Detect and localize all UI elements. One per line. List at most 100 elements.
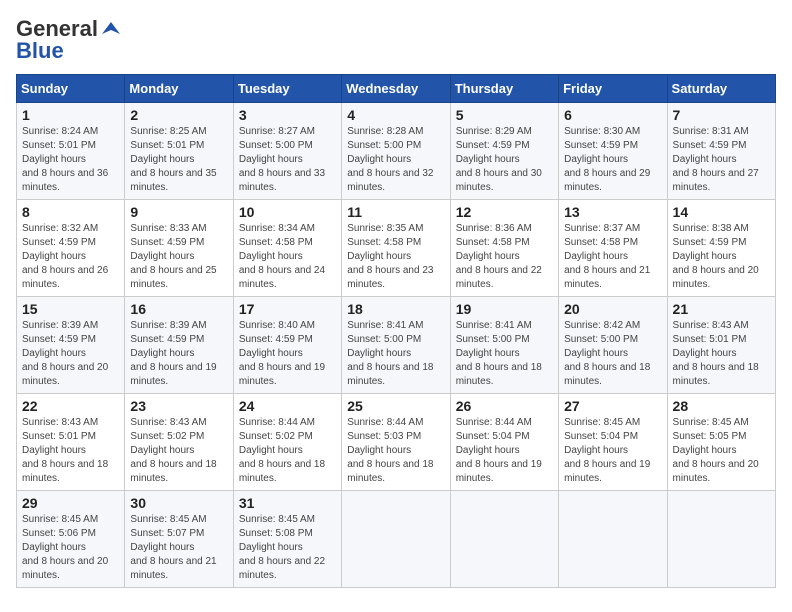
- day-info: Sunrise: 8:25 AM Sunset: 5:01 PM Dayligh…: [130, 125, 227, 195]
- calendar-cell: 31 Sunrise: 8:45 AM Sunset: 5:08 PM Dayl…: [233, 491, 341, 588]
- calendar-cell: 10 Sunrise: 8:34 AM Sunset: 4:58 PM Dayl…: [233, 200, 341, 297]
- day-info: Sunrise: 8:43 AM Sunset: 5:01 PM Dayligh…: [22, 416, 119, 486]
- day-info: Sunrise: 8:34 AM Sunset: 4:58 PM Dayligh…: [239, 222, 336, 292]
- calendar-cell: 3 Sunrise: 8:27 AM Sunset: 5:00 PM Dayli…: [233, 103, 341, 200]
- day-number: 23: [130, 398, 227, 414]
- calendar-cell: 30 Sunrise: 8:45 AM Sunset: 5:07 PM Dayl…: [125, 491, 233, 588]
- calendar-cell: 13 Sunrise: 8:37 AM Sunset: 4:58 PM Dayl…: [559, 200, 667, 297]
- day-number: 29: [22, 495, 119, 511]
- calendar-cell: 21 Sunrise: 8:43 AM Sunset: 5:01 PM Dayl…: [667, 297, 775, 394]
- day-info: Sunrise: 8:44 AM Sunset: 5:03 PM Dayligh…: [347, 416, 444, 486]
- day-number: 15: [22, 301, 119, 317]
- day-number: 21: [673, 301, 770, 317]
- day-number: 26: [456, 398, 553, 414]
- day-info: Sunrise: 8:39 AM Sunset: 4:59 PM Dayligh…: [130, 319, 227, 389]
- day-number: 2: [130, 107, 227, 123]
- day-info: Sunrise: 8:45 AM Sunset: 5:05 PM Dayligh…: [673, 416, 770, 486]
- day-info: Sunrise: 8:31 AM Sunset: 4:59 PM Dayligh…: [673, 125, 770, 195]
- logo: General Blue: [16, 16, 122, 64]
- calendar-cell: [667, 491, 775, 588]
- calendar-cell: 14 Sunrise: 8:38 AM Sunset: 4:59 PM Dayl…: [667, 200, 775, 297]
- day-number: 22: [22, 398, 119, 414]
- day-number: 14: [673, 204, 770, 220]
- day-number: 3: [239, 107, 336, 123]
- day-number: 17: [239, 301, 336, 317]
- day-number: 10: [239, 204, 336, 220]
- calendar-cell: 15 Sunrise: 8:39 AM Sunset: 4:59 PM Dayl…: [17, 297, 125, 394]
- weekday-header-thursday: Thursday: [450, 75, 558, 103]
- day-number: 8: [22, 204, 119, 220]
- calendar-cell: 26 Sunrise: 8:44 AM Sunset: 5:04 PM Dayl…: [450, 394, 558, 491]
- day-info: Sunrise: 8:30 AM Sunset: 4:59 PM Dayligh…: [564, 125, 661, 195]
- day-info: Sunrise: 8:44 AM Sunset: 5:04 PM Dayligh…: [456, 416, 553, 486]
- calendar-cell: 19 Sunrise: 8:41 AM Sunset: 5:00 PM Dayl…: [450, 297, 558, 394]
- day-info: Sunrise: 8:35 AM Sunset: 4:58 PM Dayligh…: [347, 222, 444, 292]
- day-info: Sunrise: 8:27 AM Sunset: 5:00 PM Dayligh…: [239, 125, 336, 195]
- calendar-cell: 18 Sunrise: 8:41 AM Sunset: 5:00 PM Dayl…: [342, 297, 450, 394]
- day-info: Sunrise: 8:41 AM Sunset: 5:00 PM Dayligh…: [456, 319, 553, 389]
- calendar-week-3: 15 Sunrise: 8:39 AM Sunset: 4:59 PM Dayl…: [17, 297, 776, 394]
- calendar-cell: 1 Sunrise: 8:24 AM Sunset: 5:01 PM Dayli…: [17, 103, 125, 200]
- day-number: 4: [347, 107, 444, 123]
- day-info: Sunrise: 8:43 AM Sunset: 5:02 PM Dayligh…: [130, 416, 227, 486]
- calendar-cell: 6 Sunrise: 8:30 AM Sunset: 4:59 PM Dayli…: [559, 103, 667, 200]
- calendar-cell: [559, 491, 667, 588]
- day-info: Sunrise: 8:32 AM Sunset: 4:59 PM Dayligh…: [22, 222, 119, 292]
- calendar-cell: 8 Sunrise: 8:32 AM Sunset: 4:59 PM Dayli…: [17, 200, 125, 297]
- day-info: Sunrise: 8:45 AM Sunset: 5:08 PM Dayligh…: [239, 513, 336, 583]
- day-number: 24: [239, 398, 336, 414]
- day-number: 6: [564, 107, 661, 123]
- calendar-cell: 5 Sunrise: 8:29 AM Sunset: 4:59 PM Dayli…: [450, 103, 558, 200]
- weekday-header-saturday: Saturday: [667, 75, 775, 103]
- weekday-header-tuesday: Tuesday: [233, 75, 341, 103]
- calendar-cell: 17 Sunrise: 8:40 AM Sunset: 4:59 PM Dayl…: [233, 297, 341, 394]
- calendar-week-2: 8 Sunrise: 8:32 AM Sunset: 4:59 PM Dayli…: [17, 200, 776, 297]
- calendar-cell: 28 Sunrise: 8:45 AM Sunset: 5:05 PM Dayl…: [667, 394, 775, 491]
- calendar-cell: 4 Sunrise: 8:28 AM Sunset: 5:00 PM Dayli…: [342, 103, 450, 200]
- day-info: Sunrise: 8:29 AM Sunset: 4:59 PM Dayligh…: [456, 125, 553, 195]
- calendar-cell: 23 Sunrise: 8:43 AM Sunset: 5:02 PM Dayl…: [125, 394, 233, 491]
- day-info: Sunrise: 8:45 AM Sunset: 5:07 PM Dayligh…: [130, 513, 227, 583]
- calendar-table: SundayMondayTuesdayWednesdayThursdayFrid…: [16, 74, 776, 588]
- day-number: 18: [347, 301, 444, 317]
- day-info: Sunrise: 8:40 AM Sunset: 4:59 PM Dayligh…: [239, 319, 336, 389]
- calendar-cell: 2 Sunrise: 8:25 AM Sunset: 5:01 PM Dayli…: [125, 103, 233, 200]
- calendar-header-row: SundayMondayTuesdayWednesdayThursdayFrid…: [17, 75, 776, 103]
- day-number: 19: [456, 301, 553, 317]
- calendar-cell: 29 Sunrise: 8:45 AM Sunset: 5:06 PM Dayl…: [17, 491, 125, 588]
- calendar-cell: 22 Sunrise: 8:43 AM Sunset: 5:01 PM Dayl…: [17, 394, 125, 491]
- day-info: Sunrise: 8:45 AM Sunset: 5:04 PM Dayligh…: [564, 416, 661, 486]
- calendar-cell: [342, 491, 450, 588]
- calendar-cell: 25 Sunrise: 8:44 AM Sunset: 5:03 PM Dayl…: [342, 394, 450, 491]
- day-number: 31: [239, 495, 336, 511]
- day-number: 1: [22, 107, 119, 123]
- logo-bird-icon: [100, 18, 122, 40]
- calendar-cell: 9 Sunrise: 8:33 AM Sunset: 4:59 PM Dayli…: [125, 200, 233, 297]
- day-number: 12: [456, 204, 553, 220]
- weekday-header-monday: Monday: [125, 75, 233, 103]
- calendar-cell: 24 Sunrise: 8:44 AM Sunset: 5:02 PM Dayl…: [233, 394, 341, 491]
- day-info: Sunrise: 8:44 AM Sunset: 5:02 PM Dayligh…: [239, 416, 336, 486]
- day-number: 5: [456, 107, 553, 123]
- day-info: Sunrise: 8:38 AM Sunset: 4:59 PM Dayligh…: [673, 222, 770, 292]
- logo-blue: Blue: [16, 38, 64, 64]
- day-info: Sunrise: 8:33 AM Sunset: 4:59 PM Dayligh…: [130, 222, 227, 292]
- day-info: Sunrise: 8:24 AM Sunset: 5:01 PM Dayligh…: [22, 125, 119, 195]
- day-info: Sunrise: 8:37 AM Sunset: 4:58 PM Dayligh…: [564, 222, 661, 292]
- calendar-cell: 16 Sunrise: 8:39 AM Sunset: 4:59 PM Dayl…: [125, 297, 233, 394]
- day-number: 25: [347, 398, 444, 414]
- weekday-header-friday: Friday: [559, 75, 667, 103]
- day-number: 28: [673, 398, 770, 414]
- calendar-cell: 11 Sunrise: 8:35 AM Sunset: 4:58 PM Dayl…: [342, 200, 450, 297]
- day-info: Sunrise: 8:42 AM Sunset: 5:00 PM Dayligh…: [564, 319, 661, 389]
- calendar-week-1: 1 Sunrise: 8:24 AM Sunset: 5:01 PM Dayli…: [17, 103, 776, 200]
- calendar-cell: 27 Sunrise: 8:45 AM Sunset: 5:04 PM Dayl…: [559, 394, 667, 491]
- day-number: 13: [564, 204, 661, 220]
- calendar-week-4: 22 Sunrise: 8:43 AM Sunset: 5:01 PM Dayl…: [17, 394, 776, 491]
- page-header: General Blue: [16, 16, 776, 64]
- calendar-week-5: 29 Sunrise: 8:45 AM Sunset: 5:06 PM Dayl…: [17, 491, 776, 588]
- day-info: Sunrise: 8:36 AM Sunset: 4:58 PM Dayligh…: [456, 222, 553, 292]
- day-number: 27: [564, 398, 661, 414]
- day-info: Sunrise: 8:41 AM Sunset: 5:00 PM Dayligh…: [347, 319, 444, 389]
- day-number: 30: [130, 495, 227, 511]
